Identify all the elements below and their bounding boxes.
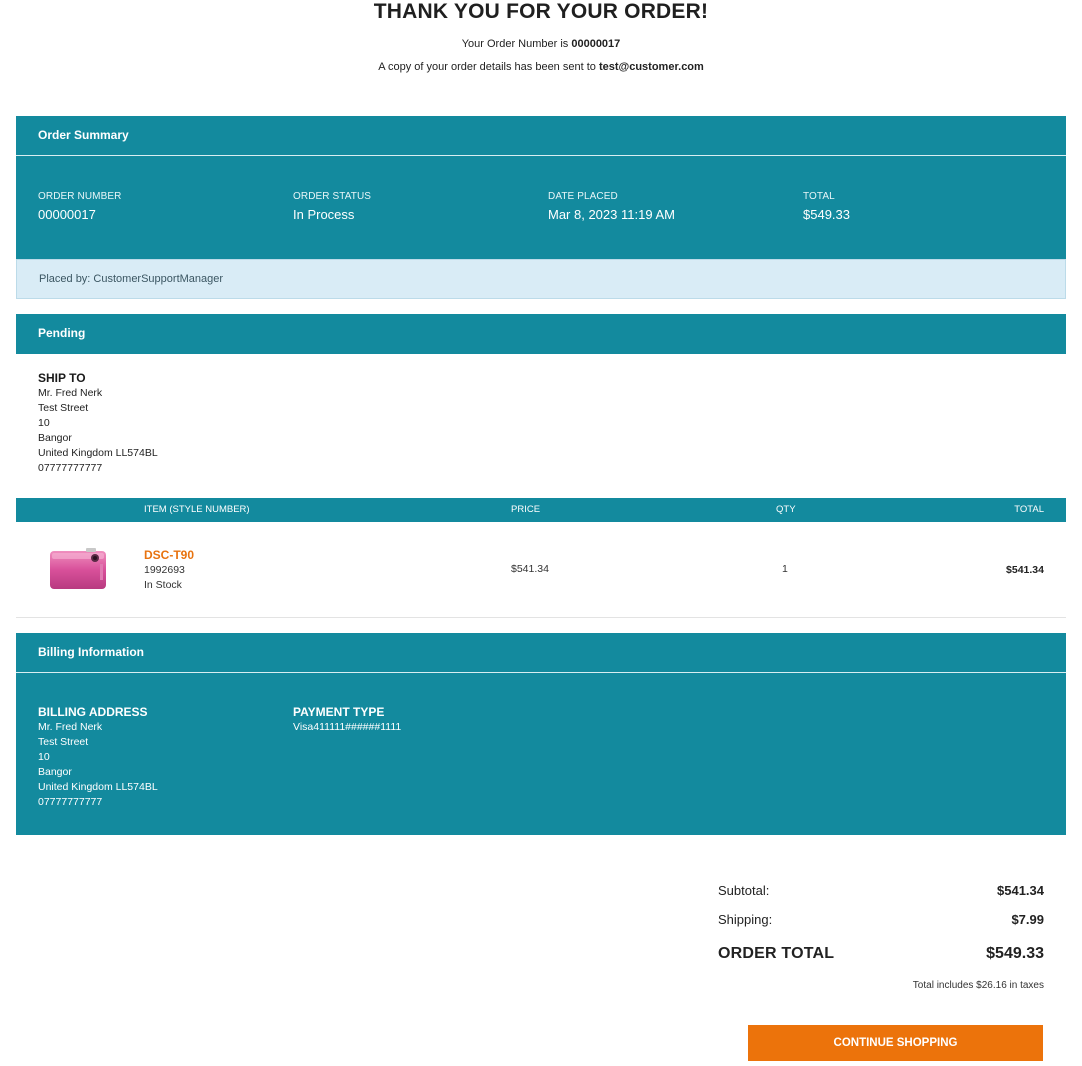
product-name-link[interactable]: DSC-T90 <box>144 548 194 562</box>
summary-value: $549.33 <box>803 207 850 222</box>
address-line: 10 <box>38 751 50 763</box>
page-title: THANK YOU FOR YOUR ORDER! <box>373 0 709 23</box>
address-line: Bangor <box>38 766 72 778</box>
shipping-label: Shipping: <box>718 912 773 927</box>
address-line: 10 <box>38 417 50 429</box>
product-qty: 1 <box>782 563 788 575</box>
order-number-line: Your Order Number is 00000017 <box>0 37 1082 51</box>
summary-value: 00000017 <box>38 207 96 222</box>
summary-label: TOTAL <box>803 191 835 202</box>
order-total-value: $549.33 <box>986 945 1044 962</box>
product-image-camera-icon[interactable] <box>48 546 108 592</box>
address-line: United Kingdom LL574BL <box>38 447 158 459</box>
summary-total: TOTAL $549.33 <box>803 191 850 223</box>
billing-address-block: BILLING ADDRESS Mr. Fred Nerk Test Stree… <box>38 704 158 810</box>
summary-order-status: ORDER STATUS In Process <box>293 191 371 223</box>
billing-address-title: BILLING ADDRESS <box>38 705 148 719</box>
items-table-header: ITEM (STYLE NUMBER) PRICE QTY TOTAL <box>16 498 1066 522</box>
shipping-value: $7.99 <box>1011 912 1044 927</box>
tax-note: Total includes $26.16 in taxes <box>912 980 1044 991</box>
col-header-item: ITEM (STYLE NUMBER) <box>144 504 250 515</box>
col-header-total: TOTAL <box>1014 504 1044 515</box>
placed-by-bar: Placed by: CustomerSupportManager <box>16 259 1066 299</box>
subtotal-value: $541.34 <box>997 883 1044 898</box>
col-header-price: PRICE <box>511 504 541 515</box>
summary-order-number: ORDER NUMBER 00000017 <box>38 191 121 223</box>
summary-label: DATE PLACED <box>548 191 618 202</box>
continue-shopping-button[interactable]: CONTINUE SHOPPING <box>748 1025 1043 1061</box>
placed-by-text: Placed by: CustomerSupportManager <box>39 273 224 285</box>
address-line: Mr. Fred Nerk <box>38 387 103 399</box>
pending-title: Pending <box>38 326 86 340</box>
order-summary-header: Order Summary <box>16 116 1066 156</box>
summary-label: ORDER STATUS <box>293 191 372 202</box>
subtotal-label: Subtotal: <box>718 883 770 898</box>
product-line-total: $541.34 <box>1006 564 1044 576</box>
order-number-prefix: Your Order Number is <box>461 38 572 50</box>
customer-email: test@customer.com <box>598 61 704 73</box>
billing-title: Billing Information <box>38 645 144 659</box>
pending-panel-header: Pending <box>16 314 1066 354</box>
product-style-number: 1992693 <box>144 564 185 576</box>
email-confirmation-line: A copy of your order details has been se… <box>0 60 1082 74</box>
order-total-label: ORDER TOTAL <box>718 945 835 962</box>
payment-type-title: PAYMENT TYPE <box>293 705 385 719</box>
address-line: Mr. Fred Nerk <box>38 721 103 733</box>
product-stock-status: In Stock <box>144 579 182 591</box>
payment-type-value: Visa411111######1111 <box>293 721 402 733</box>
order-summary-title: Order Summary <box>38 128 129 142</box>
address-line: Test Street <box>38 402 89 414</box>
ship-to-block: SHIP TO Mr. Fred Nerk Test Street 10 Ban… <box>38 370 158 476</box>
summary-value: In Process <box>293 207 355 222</box>
address-line: 07777777777 <box>38 462 103 474</box>
order-number-value: 00000017 <box>571 38 621 50</box>
summary-label: ORDER NUMBER <box>38 191 122 202</box>
ship-to-title: SHIP TO <box>38 371 86 385</box>
pending-header: Pending <box>16 314 1066 354</box>
order-summary-panel: Order Summary ORDER NUMBER 00000017 ORDE… <box>16 116 1066 259</box>
summary-date-placed: DATE PLACED Mar 8, 2023 11:19 AM <box>548 191 675 223</box>
col-header-qty: QTY <box>776 504 796 515</box>
summary-value: Mar 8, 2023 11:19 AM <box>548 207 675 222</box>
address-line: 07777777777 <box>38 796 103 808</box>
address-line: Bangor <box>38 432 72 444</box>
address-line: United Kingdom LL574BL <box>38 781 158 793</box>
table-row: DSC-T90 1992693 In Stock $541.34 1 $541.… <box>16 522 1066 618</box>
product-price: $541.34 <box>511 563 549 575</box>
billing-header: Billing Information <box>16 633 1066 673</box>
email-prefix: A copy of your order details has been se… <box>378 61 599 73</box>
payment-type-block: PAYMENT TYPE Visa411111######1111 <box>293 704 401 735</box>
address-line: Test Street <box>38 736 89 748</box>
billing-panel: Billing Information BILLING ADDRESS Mr. … <box>16 633 1066 835</box>
